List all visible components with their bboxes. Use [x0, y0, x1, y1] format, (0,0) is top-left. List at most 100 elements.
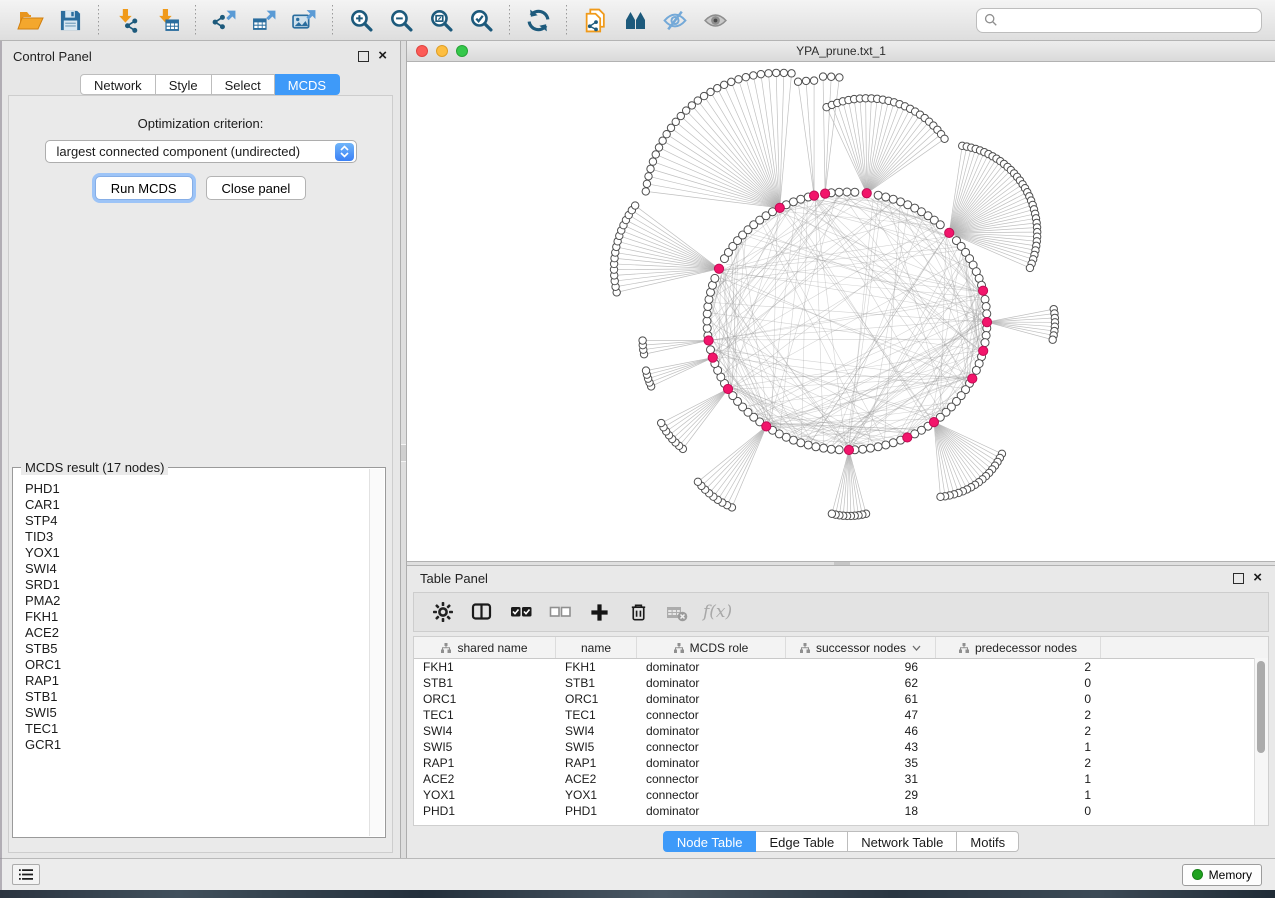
- network-node[interactable]: [812, 443, 820, 451]
- network-node[interactable]: [874, 443, 882, 451]
- close-panel-icon[interactable]: ×: [1253, 573, 1262, 583]
- mcds-hub-node[interactable]: [762, 422, 771, 431]
- leaf-node[interactable]: [1049, 336, 1056, 343]
- clone-network-button[interactable]: [578, 4, 612, 36]
- vertical-splitter[interactable]: [400, 41, 407, 858]
- export-network-button[interactable]: [207, 4, 241, 36]
- close-window-icon[interactable]: [416, 45, 428, 57]
- float-panel-icon[interactable]: [358, 51, 369, 62]
- zoom-in-button[interactable]: [344, 4, 378, 36]
- network-node[interactable]: [889, 195, 897, 203]
- leaf-node[interactable]: [794, 78, 801, 85]
- delete-table-button[interactable]: [664, 599, 690, 625]
- deselect-all-rows-button[interactable]: [547, 599, 573, 625]
- network-node[interactable]: [835, 188, 843, 196]
- leaf-node[interactable]: [828, 73, 835, 80]
- network-titlebar[interactable]: YPA_prune.txt_1: [407, 41, 1275, 62]
- network-graph[interactable]: [407, 62, 1275, 561]
- mcds-result-item[interactable]: ORC1: [25, 657, 370, 673]
- mcds-result-item[interactable]: YOX1: [25, 545, 370, 561]
- export-image-button[interactable]: [287, 4, 321, 36]
- tab-mcds[interactable]: MCDS: [275, 74, 340, 95]
- minimize-window-icon[interactable]: [436, 45, 448, 57]
- tab-select[interactable]: Select: [212, 74, 275, 95]
- mcds-result-item[interactable]: ACE2: [25, 625, 370, 641]
- leaf-node[interactable]: [657, 419, 664, 426]
- close-panel-button[interactable]: Close panel: [206, 176, 307, 200]
- binoculars-button[interactable]: [618, 4, 652, 36]
- table-row[interactable]: YOX1YOX1connector291: [414, 787, 1268, 803]
- zoom-selected-button[interactable]: [464, 4, 498, 36]
- leaf-node[interactable]: [780, 69, 787, 76]
- table-row[interactable]: SWI4SWI4dominator462: [414, 723, 1268, 739]
- mcds-result-item[interactable]: SWI5: [25, 705, 370, 721]
- tab-network[interactable]: Network: [80, 74, 156, 95]
- table-row[interactable]: ACE2ACE2connector311: [414, 771, 1268, 787]
- table-options-button[interactable]: [430, 599, 456, 625]
- import-table-button[interactable]: [150, 4, 184, 36]
- leaf-node[interactable]: [772, 69, 779, 76]
- network-node[interactable]: [711, 274, 719, 282]
- network-node[interactable]: [859, 445, 867, 453]
- network-node[interactable]: [981, 295, 989, 303]
- leaf-node[interactable]: [742, 73, 749, 80]
- mcds-hub-node[interactable]: [704, 336, 713, 345]
- network-node[interactable]: [820, 444, 828, 452]
- network-node[interactable]: [789, 198, 797, 206]
- table-row[interactable]: PHD1PHD1dominator180: [414, 803, 1268, 819]
- mcds-hub-node[interactable]: [708, 353, 717, 362]
- network-node[interactable]: [981, 339, 989, 347]
- mcds-result-item[interactable]: PHD1: [25, 481, 370, 497]
- leaf-node[interactable]: [631, 202, 638, 209]
- splitter-grip[interactable]: [401, 444, 406, 462]
- mcds-result-item[interactable]: TEC1: [25, 721, 370, 737]
- function-builder-button[interactable]: f(x): [703, 599, 732, 625]
- network-node[interactable]: [827, 445, 835, 453]
- mcds-result-item[interactable]: GCR1: [25, 737, 370, 753]
- criterion-select[interactable]: largest connected component (undirected): [45, 140, 357, 163]
- mcds-hub-node[interactable]: [978, 286, 987, 295]
- memory-button[interactable]: Memory: [1182, 864, 1262, 886]
- network-canvas[interactable]: [407, 62, 1275, 561]
- leaf-node[interactable]: [647, 165, 654, 172]
- table-row[interactable]: STB1STB1dominator620: [414, 675, 1268, 691]
- save-session-button[interactable]: [53, 4, 87, 36]
- tab-network-table[interactable]: Network Table: [848, 831, 957, 852]
- leaf-node[interactable]: [655, 144, 662, 151]
- header-cell-MCDS-role[interactable]: MCDS role: [637, 637, 786, 658]
- mcds-result-item[interactable]: TID3: [25, 529, 370, 545]
- run-mcds-button[interactable]: Run MCDS: [95, 176, 193, 200]
- new-column-button[interactable]: [586, 599, 612, 625]
- leaf-node[interactable]: [652, 151, 659, 158]
- mcds-result-item[interactable]: CAR1: [25, 497, 370, 513]
- table-row[interactable]: TEC1TEC1connector472: [414, 707, 1268, 723]
- leaf-node[interactable]: [643, 180, 650, 187]
- network-node[interactable]: [982, 331, 990, 339]
- mcds-result-item[interactable]: FKH1: [25, 609, 370, 625]
- leaf-node[interactable]: [694, 478, 701, 485]
- leaf-node[interactable]: [937, 493, 944, 500]
- mcds-hub-node[interactable]: [968, 374, 977, 383]
- leaf-node[interactable]: [720, 81, 727, 88]
- leaf-node[interactable]: [1026, 264, 1033, 271]
- close-panel-icon[interactable]: ×: [378, 51, 387, 61]
- tab-motifs[interactable]: Motifs: [957, 831, 1019, 852]
- mcds-result-item[interactable]: STB5: [25, 641, 370, 657]
- leaf-node[interactable]: [810, 77, 817, 84]
- table-scrollbar[interactable]: [1254, 658, 1268, 825]
- leaf-node[interactable]: [941, 135, 948, 142]
- mcds-result-item[interactable]: STB1: [25, 689, 370, 705]
- mcds-result-item[interactable]: SWI4: [25, 561, 370, 577]
- tab-style[interactable]: Style: [156, 74, 212, 95]
- mcds-result-item[interactable]: PMA2: [25, 593, 370, 609]
- tab-edge-table[interactable]: Edge Table: [756, 831, 848, 852]
- network-node[interactable]: [797, 439, 805, 447]
- network-node[interactable]: [874, 191, 882, 199]
- network-node[interactable]: [882, 193, 890, 201]
- splitter-grip[interactable]: [834, 562, 850, 565]
- mcds-hub-node[interactable]: [979, 346, 988, 355]
- mcds-hub-node[interactable]: [723, 384, 732, 393]
- network-node[interactable]: [835, 446, 843, 454]
- network-node[interactable]: [843, 188, 851, 196]
- network-node[interactable]: [972, 366, 980, 374]
